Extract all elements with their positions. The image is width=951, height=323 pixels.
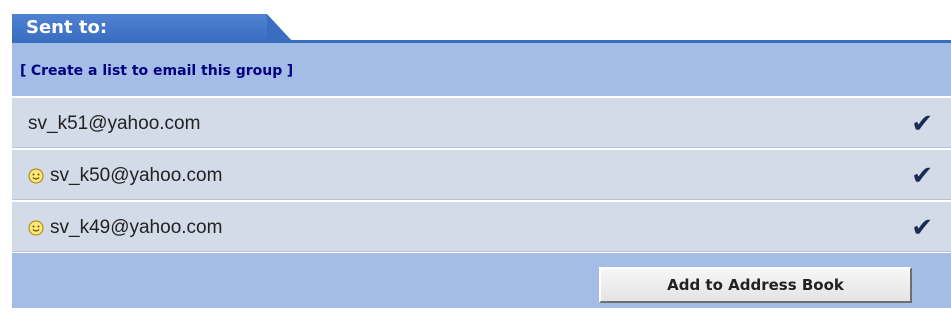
checkmark-icon: ✔ (911, 161, 933, 191)
bracket-close: ] (286, 63, 294, 79)
create-list-link[interactable]: Create a list to email this group (31, 63, 282, 79)
recipient-label: sv_k50@yahoo.com (28, 165, 222, 187)
recipient-email: sv_k49@yahoo.com (50, 217, 223, 238)
recipient-row[interactable]: sv_k49@yahoo.com ✔ (12, 200, 951, 252)
recipient-row[interactable]: sv_k50@yahoo.com ✔ (12, 148, 951, 200)
recipient-label: sv_k49@yahoo.com (28, 217, 222, 239)
bracket-open: [ (20, 63, 27, 79)
action-bar: [ Create a list to email this group ] (12, 43, 951, 96)
recipient-label: sv_k51@yahoo.com (28, 113, 200, 135)
smiley-icon (28, 168, 44, 184)
header-tab-body: Sent to: (12, 14, 267, 42)
create-list-wrapper: [ Create a list to email this group ] (20, 63, 293, 79)
header-tab-corner (267, 14, 293, 42)
recipient-email: sv_k50@yahoo.com (50, 165, 223, 186)
recipient-row[interactable]: sv_k51@yahoo.com ✔ (12, 96, 951, 148)
recipient-list: sv_k51@yahoo.com ✔ sv_k50@yahoo.com ✔ sv… (12, 96, 951, 252)
header-title: Sent to: (26, 17, 108, 38)
smiley-icon (28, 220, 44, 236)
sent-to-panel: Sent to: [ Create a list to email this g… (0, 0, 951, 323)
footer-bar: Add to Address Book (12, 253, 951, 308)
add-to-address-book-button[interactable]: Add to Address Book (599, 267, 912, 303)
recipient-email: sv_k51@yahoo.com (28, 113, 201, 134)
checkmark-icon: ✔ (911, 109, 933, 139)
header-tab: Sent to: (12, 14, 951, 42)
checkmark-icon: ✔ (911, 213, 933, 243)
